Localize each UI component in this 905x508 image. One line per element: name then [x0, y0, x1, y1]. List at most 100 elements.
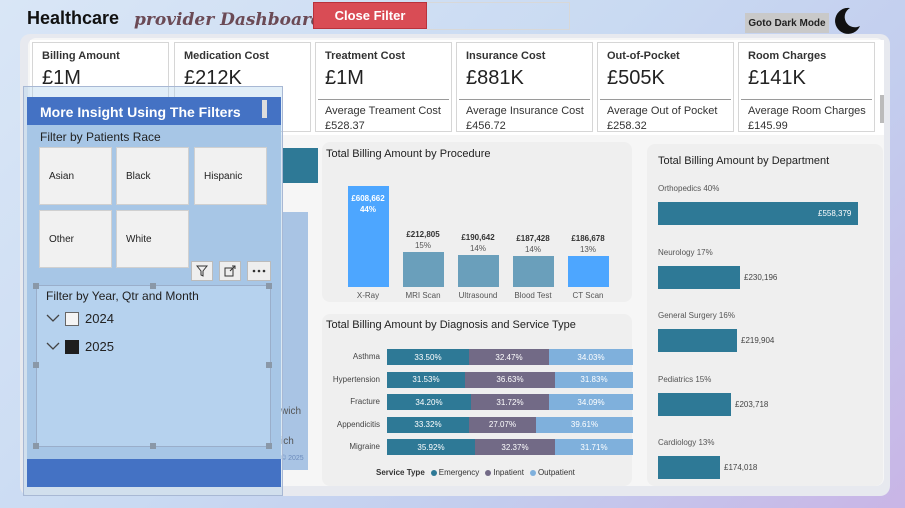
kpi-value: £141K: [748, 67, 806, 89]
stacked-segment[interactable]: 33.32%: [387, 416, 469, 433]
close-filter-button[interactable]: Close Filter: [313, 2, 427, 29]
resize-handle[interactable]: [33, 283, 39, 289]
procedure-bar[interactable]: [458, 255, 499, 287]
year-checkbox-2024[interactable]: [65, 312, 79, 326]
filter-panel-scrollbar[interactable]: [262, 100, 267, 118]
race-tile-black[interactable]: Black: [116, 147, 189, 205]
legend-item-outpatient[interactable]: Outpatient: [529, 468, 575, 477]
kpi-sub-label: Average Out of Pocket: [607, 105, 718, 117]
race-filter-title: Filter by Patients Race: [40, 130, 161, 144]
kpi-value: £505K: [607, 67, 665, 89]
bar-pct-label: 14%: [469, 244, 486, 253]
more-options-icon[interactable]: [247, 261, 271, 281]
kpi-sub-label: Average Treament Cost: [325, 105, 441, 117]
resize-handle[interactable]: [150, 283, 156, 289]
year-checkbox-2025[interactable]: [65, 340, 79, 354]
department-bar[interactable]: [658, 392, 731, 416]
resize-handle[interactable]: [266, 362, 272, 368]
legend-item-inpatient[interactable]: Inpatient: [485, 468, 524, 477]
x-tick-label: CT Scan: [572, 291, 604, 300]
kpi-divider: [459, 99, 590, 100]
race-tile-other[interactable]: Other: [39, 210, 112, 268]
kpi-label: Out-of-Pocket: [607, 50, 680, 62]
map-visual-fragment: [283, 148, 318, 183]
bar-pct-label: 13%: [579, 245, 596, 254]
race-label: Black: [126, 170, 151, 182]
department-label: Neurology 17%: [658, 247, 713, 257]
stacked-segment[interactable]: 36.63%: [465, 371, 555, 388]
department-bar[interactable]: [658, 265, 740, 289]
focus-mode-icon[interactable]: [219, 261, 241, 281]
procedure-bar[interactable]: [568, 256, 609, 287]
department-bar[interactable]: [658, 456, 720, 479]
department-label: Cardiology 13%: [658, 438, 715, 447]
map-copyright: © 2025: [281, 455, 304, 462]
chevron-down-icon[interactable]: [46, 341, 60, 351]
bar-pct-label: 15%: [414, 241, 431, 250]
dark-mode-button[interactable]: Goto Dark Mode: [745, 13, 829, 33]
resize-handle[interactable]: [266, 283, 272, 289]
stacked-segment[interactable]: 34.20%: [387, 394, 471, 410]
bar-value-label: £608,662: [351, 194, 385, 203]
kpi-card-room-charges: Room Charges £141K Average Room Charges …: [738, 42, 875, 132]
race-label: White: [126, 233, 152, 245]
kpi-divider: [600, 99, 731, 100]
stacked-segment[interactable]: 31.71%: [555, 439, 633, 455]
legend-dot: [430, 469, 437, 476]
legend-label: Outpatient: [537, 468, 575, 477]
stacked-segment[interactable]: 39.61%: [536, 416, 633, 433]
y-tick-label: Migraine: [349, 442, 380, 451]
moon-icon[interactable]: [832, 6, 862, 36]
race-label: Hispanic: [204, 170, 243, 182]
filter-panel-footer: [27, 459, 281, 487]
x-tick-label: Ultrasound: [458, 291, 498, 300]
stacked-segment[interactable]: 34.03%: [549, 349, 633, 365]
y-tick-label: Fracture: [350, 397, 380, 406]
legend-item-emergency[interactable]: Emergency: [430, 468, 479, 477]
y-tick-label: Appendicitis: [336, 419, 380, 429]
chevron-down-icon[interactable]: [46, 313, 60, 323]
stacked-segment[interactable]: 35.92%: [387, 439, 475, 455]
race-tile-white[interactable]: White: [116, 210, 189, 268]
filter-panel-title: More Insight Using The Filters: [40, 104, 241, 120]
kpi-sub-value: £528.37: [325, 120, 365, 132]
stacked-segment[interactable]: 32.47%: [469, 349, 549, 365]
kpi-label: Treatment Cost: [325, 50, 406, 62]
bar-pct-label: 14%: [524, 245, 541, 254]
map-visual[interactable]: [283, 212, 308, 470]
map-label: wich: [281, 406, 302, 417]
stacked-segment[interactable]: 31.53%: [387, 371, 465, 388]
filter-icon[interactable]: [191, 261, 213, 281]
bar-pct-label: 44%: [359, 205, 376, 214]
kpi-value: £881K: [466, 67, 524, 89]
resize-handle[interactable]: [33, 362, 39, 368]
kpi-card-insurance: Insurance Cost £881K Average Insurance C…: [456, 42, 593, 132]
kpi-label: Insurance Cost: [466, 50, 546, 62]
race-tile-asian[interactable]: Asian: [39, 147, 112, 205]
stacked-segment[interactable]: 32.37%: [475, 439, 555, 455]
department-label: Orthopedics 40%: [658, 184, 720, 193]
resize-handle[interactable]: [150, 443, 156, 449]
stacked-segment[interactable]: 31.83%: [555, 371, 633, 388]
year-slicer: [36, 285, 271, 447]
x-tick-label: Blood Test: [514, 291, 552, 300]
stacked-segment[interactable]: 27.07%: [469, 416, 536, 433]
procedure-bar[interactable]: [513, 256, 554, 287]
y-tick-label: Hypertension: [332, 374, 380, 384]
procedure-bar[interactable]: [403, 252, 444, 287]
stacked-segment[interactable]: 34.09%: [549, 394, 633, 410]
resize-handle[interactable]: [266, 443, 272, 449]
stacked-segment[interactable]: 33.50%: [387, 349, 469, 365]
department-chart-title: Total Billing Amount by Department: [658, 155, 830, 167]
race-tile-hispanic[interactable]: Hispanic: [194, 147, 267, 205]
department-label: Pediatrics 15%: [658, 374, 712, 384]
dashboard-title: Healthcare: [27, 8, 120, 28]
resize-handle[interactable]: [33, 443, 39, 449]
bar-value-label: £190,642: [461, 233, 495, 242]
x-tick-label: X-Ray: [356, 291, 380, 300]
department-bar[interactable]: [658, 329, 737, 352]
legend-label: Inpatient: [493, 468, 524, 477]
stacked-segment[interactable]: 31.72%: [471, 394, 549, 410]
kpi-scrollbar[interactable]: [880, 95, 884, 123]
kpi-sub-value: £258.32: [607, 120, 647, 132]
